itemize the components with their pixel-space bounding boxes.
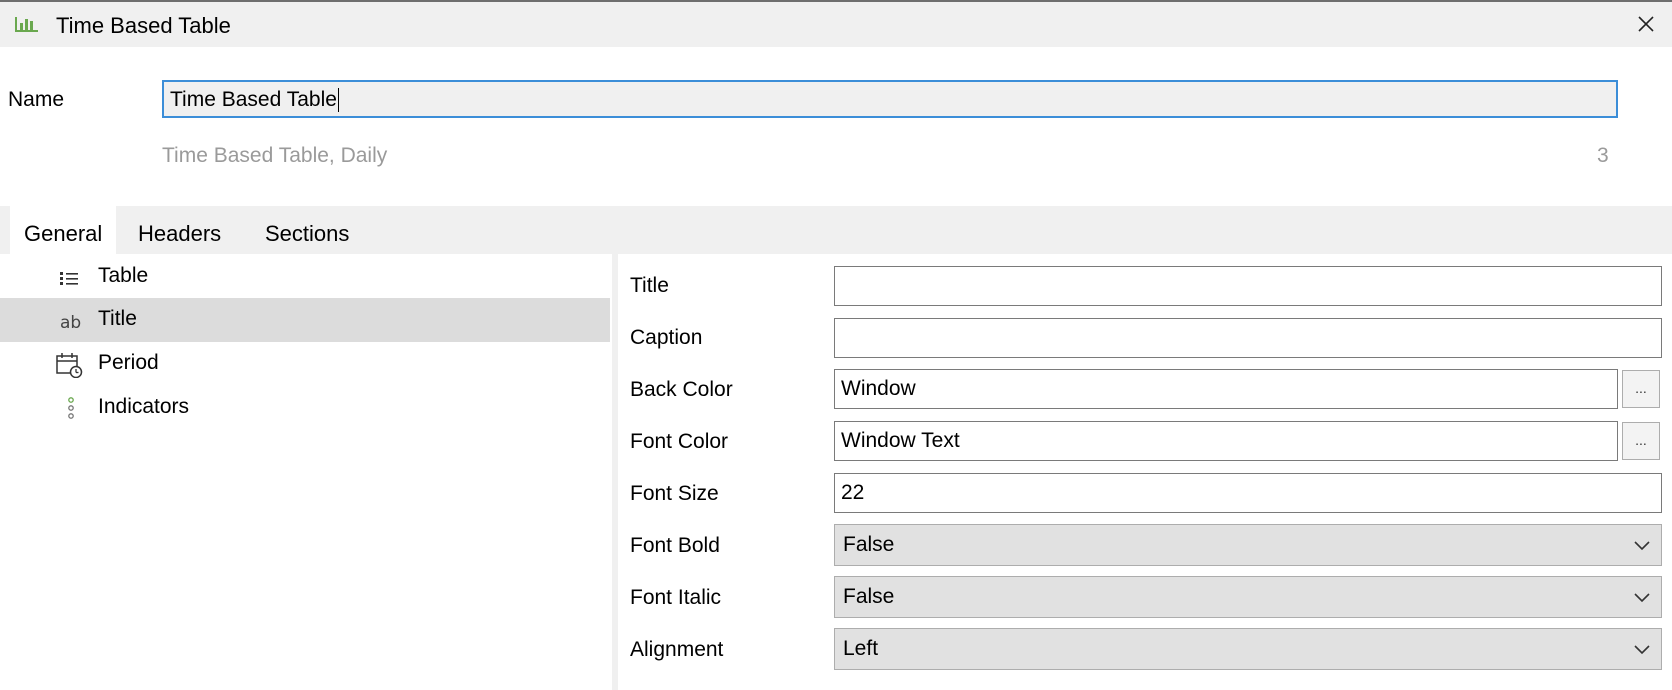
subtitle-text: Time Based Table, Daily — [162, 144, 388, 167]
tree-item-title[interactable]: ab Title — [0, 298, 610, 342]
window-title: Time Based Table — [56, 13, 231, 38]
chevron-down-icon — [1634, 593, 1650, 603]
alignment-value: Left — [843, 637, 879, 660]
back-color-input[interactable]: Window — [834, 369, 1618, 409]
chevron-down-icon — [1634, 645, 1650, 655]
vertical-dots-icon — [68, 397, 74, 419]
tab-headers[interactable]: Headers — [124, 206, 235, 254]
count-text: 3 — [1597, 144, 1609, 167]
panel-splitter[interactable] — [612, 254, 618, 690]
name-label: Name — [8, 88, 65, 111]
alignment-label: Alignment — [630, 638, 724, 661]
back-color-label: Back Color — [630, 378, 733, 401]
tree-item-label: Table — [98, 264, 149, 287]
font-italic-label: Font Italic — [630, 586, 722, 609]
title-label: Title — [630, 274, 669, 297]
title-bar — [0, 0, 1672, 47]
font-color-browse-button[interactable]: ... — [1622, 422, 1660, 460]
bar-chart-icon — [15, 17, 38, 32]
alignment-select[interactable]: Left — [834, 628, 1662, 670]
name-input-value: Time Based Table — [170, 88, 337, 111]
font-bold-select[interactable]: False — [834, 524, 1662, 566]
svg-text:ab: ab — [60, 313, 81, 333]
tab-sections[interactable]: Sections — [251, 206, 363, 254]
font-bold-value: False — [843, 533, 895, 556]
calendar-clock-icon — [56, 353, 83, 378]
font-size-label: Font Size — [630, 482, 719, 505]
title-input[interactable] — [834, 266, 1662, 306]
text-caret — [337, 88, 339, 112]
tree-item-label: Period — [98, 351, 159, 374]
name-input[interactable]: Time Based Table — [162, 80, 1618, 118]
chevron-down-icon — [1634, 541, 1650, 551]
caption-label: Caption — [630, 326, 703, 349]
font-italic-value: False — [843, 585, 895, 608]
font-italic-select[interactable]: False — [834, 576, 1662, 618]
font-bold-label: Font Bold — [630, 534, 720, 557]
tree-item-period[interactable]: Period — [0, 342, 610, 386]
tree-item-table[interactable]: Table — [0, 255, 610, 299]
close-icon[interactable] — [1632, 10, 1660, 38]
tree-item-indicators[interactable]: Indicators — [0, 386, 610, 430]
text-ab-icon: ab — [60, 313, 81, 333]
caption-input[interactable] — [834, 318, 1662, 358]
tab-general[interactable]: General — [10, 206, 117, 254]
tree-item-label: Indicators — [98, 395, 190, 418]
font-color-label: Font Color — [630, 430, 729, 453]
tree-item-label: Title — [98, 307, 137, 330]
font-color-input[interactable]: Window Text — [834, 421, 1618, 461]
font-size-input[interactable]: 22 — [834, 473, 1662, 513]
list-icon — [60, 272, 78, 285]
back-color-browse-button[interactable]: ... — [1622, 370, 1660, 408]
